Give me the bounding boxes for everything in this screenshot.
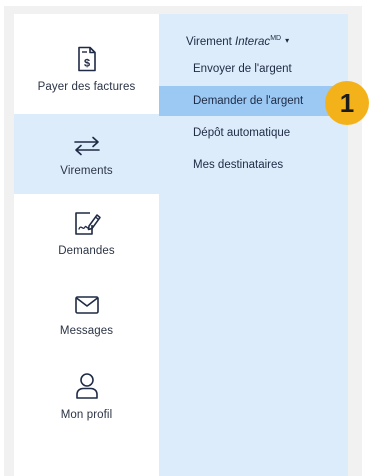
main-navigation: $ Payer des factures Virements Demandes xyxy=(14,14,159,476)
submenu-item-envoyer[interactable]: Envoyer de l'argent xyxy=(159,54,348,84)
submenu-item-label: Demander de l'argent xyxy=(193,95,304,107)
nav-item-label: Messages xyxy=(59,325,114,337)
submenu-header-prefix: Virement xyxy=(186,36,236,48)
request-document-pen-icon xyxy=(72,210,102,241)
envelope-icon xyxy=(74,294,100,321)
submenu-item-label: Envoyer de l'argent xyxy=(193,63,292,75)
submenu-item-demander[interactable]: Demander de l'argent xyxy=(159,86,348,116)
submenu-item-label: Mes destinataires xyxy=(193,159,284,171)
nav-item-label: Virements xyxy=(60,165,113,177)
nav-item-messages[interactable]: Messages xyxy=(14,276,159,356)
transfer-submenu: Virement InteracMD ▾ Envoyer de l'argent … xyxy=(159,14,348,476)
nav-item-demandes[interactable]: Demandes xyxy=(14,196,159,276)
nav-item-label: Payer des factures xyxy=(37,81,136,93)
invoice-dollar-icon: $ xyxy=(77,46,97,77)
submenu-header-trademark: MD xyxy=(270,35,282,43)
submenu-header-brand: Interac xyxy=(235,36,271,48)
nav-item-label: Demandes xyxy=(58,245,115,257)
nav-item-label: Mon profil xyxy=(60,409,113,421)
chevron-down-icon: ▾ xyxy=(285,36,290,46)
submenu-item-mes-destinataires[interactable]: Mes destinataires xyxy=(159,150,348,180)
callout-step-badge: 1 xyxy=(325,81,369,125)
submenu-item-label: Dépôt automatique xyxy=(193,127,291,139)
nav-item-mon-profil[interactable]: Mon profil xyxy=(14,358,159,438)
nav-item-virements[interactable]: Virements xyxy=(14,114,159,194)
transfer-arrows-icon xyxy=(73,136,101,161)
submenu-item-depot-automatique[interactable]: Dépôt automatique xyxy=(159,118,348,148)
nav-item-payer-des-factures[interactable]: $ Payer des factures xyxy=(14,14,159,114)
user-profile-icon xyxy=(75,372,99,405)
svg-text:$: $ xyxy=(83,58,89,70)
interac-transfer-dropdown[interactable]: Virement InteracMD ▾ xyxy=(186,35,290,48)
